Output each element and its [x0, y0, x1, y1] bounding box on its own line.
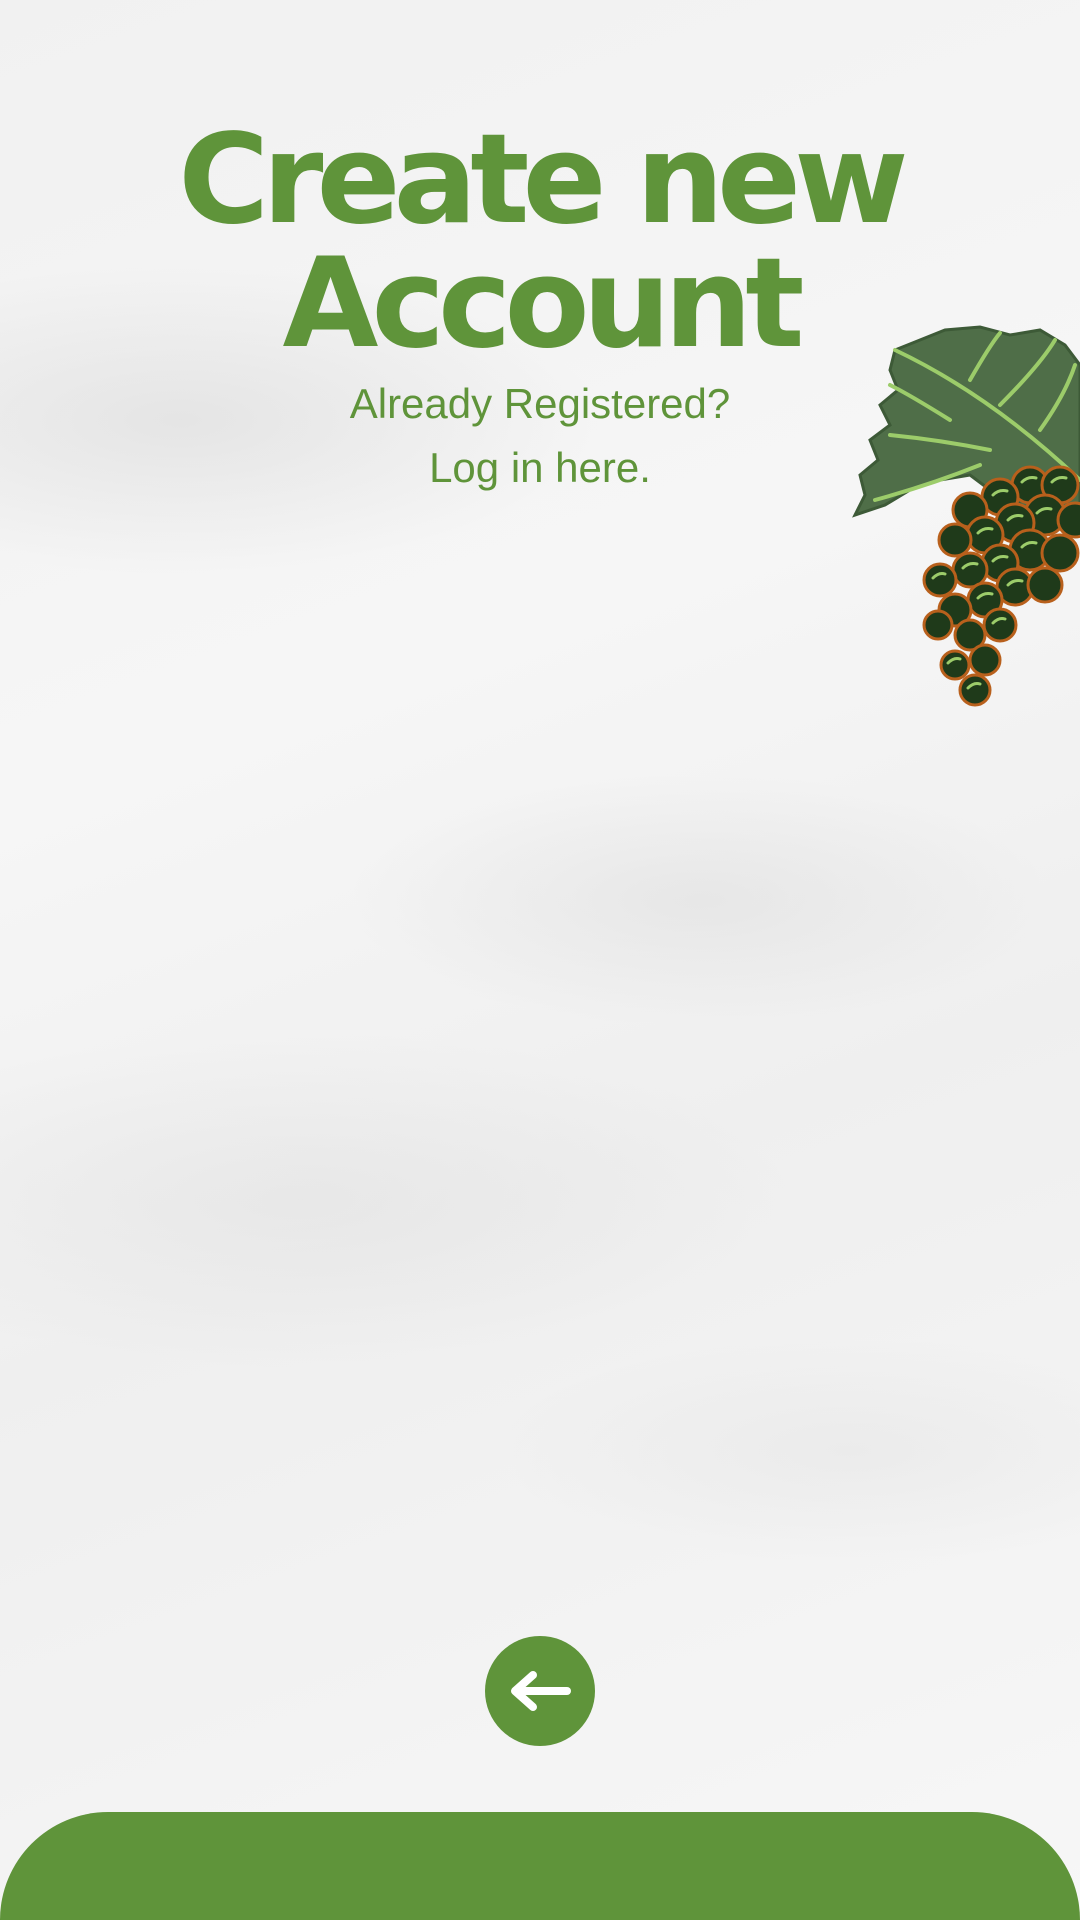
arrow-left-icon [511, 1671, 571, 1711]
back-button[interactable] [485, 1636, 595, 1746]
grapes-icon [852, 325, 1080, 707]
page-title-line-1: Create new [178, 108, 908, 252]
bottom-panel [0, 1812, 1080, 1920]
